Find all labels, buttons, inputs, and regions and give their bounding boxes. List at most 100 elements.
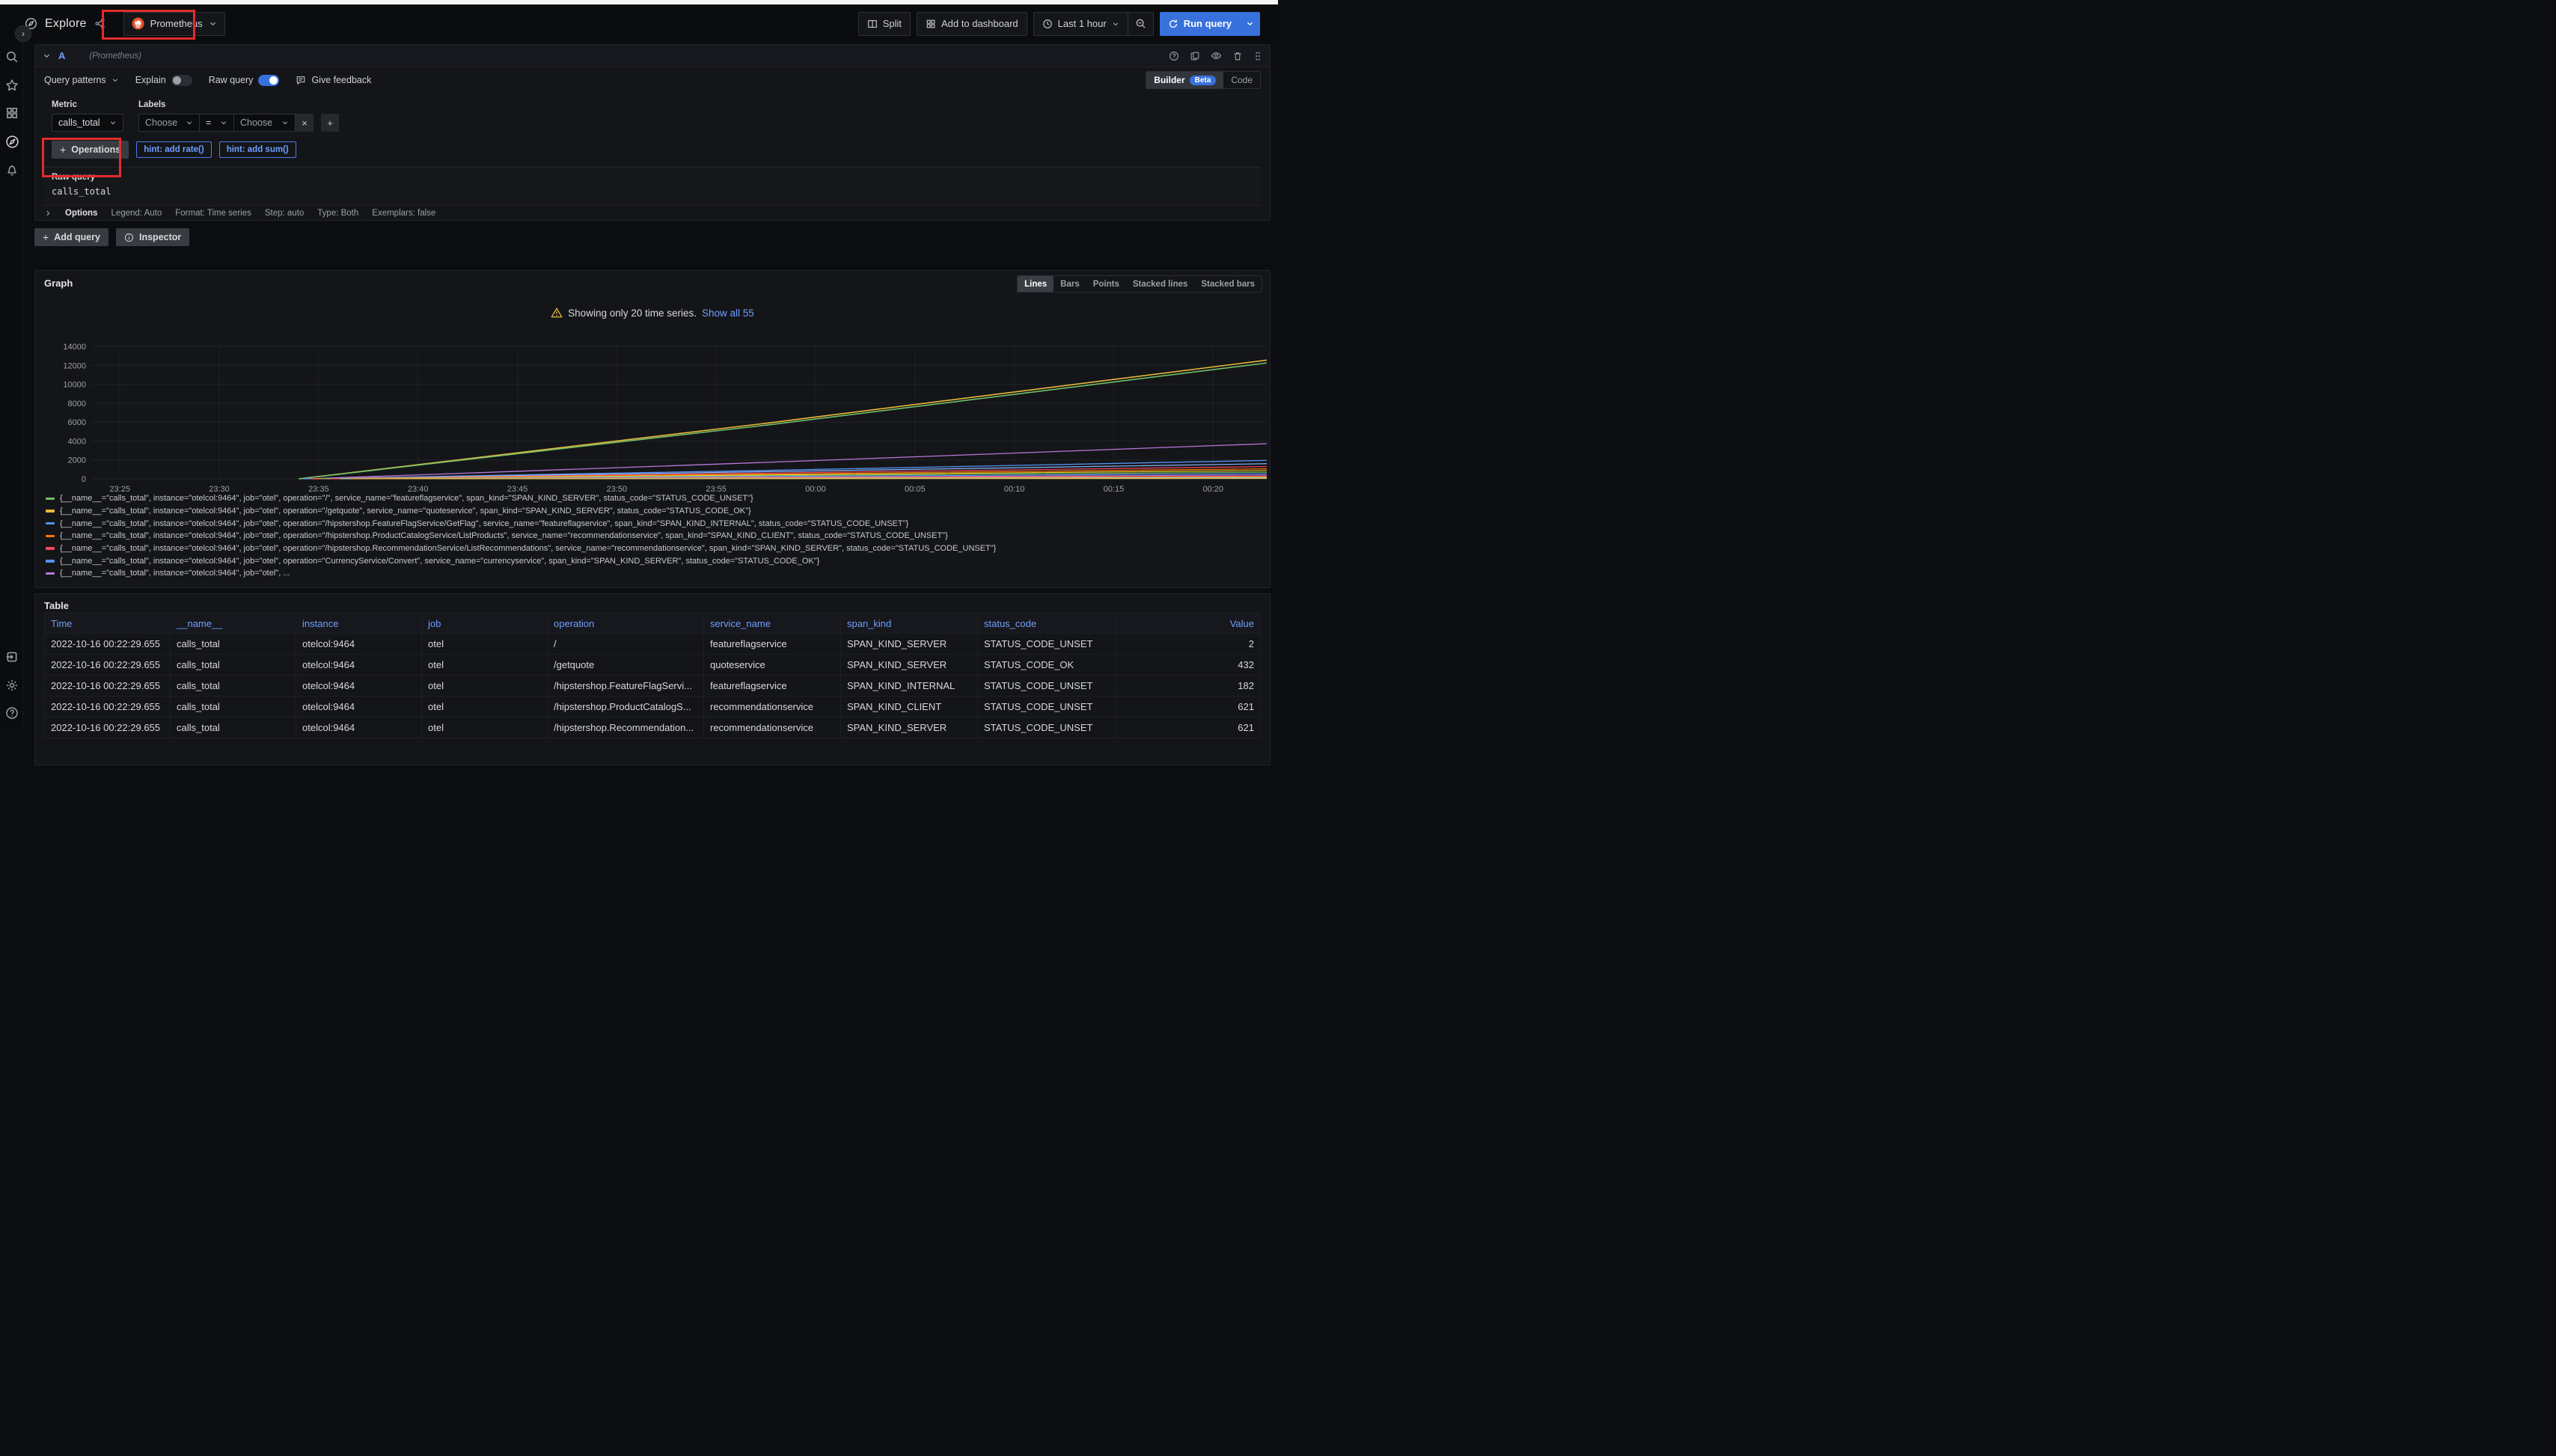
legend-label: {__name__="calls_total", instance="otelc… <box>60 494 753 503</box>
legend-swatch <box>46 498 55 501</box>
graph-mode-lines[interactable]: Lines <box>1018 276 1054 292</box>
table-cell: recommendationservice <box>704 697 841 718</box>
search-icon[interactable] <box>3 48 21 66</box>
table-column-header-operation[interactable]: operation <box>548 613 704 634</box>
table-cell: otelcol:9464 <box>296 655 422 676</box>
share-icon[interactable] <box>94 18 106 29</box>
table-column-header-servicename[interactable]: service_name <box>704 613 841 634</box>
table-column-header-value[interactable]: Value <box>1116 613 1261 634</box>
add-to-dashboard-label: Add to dashboard <box>941 18 1018 29</box>
table-column-header-name[interactable]: __name__ <box>171 613 296 634</box>
legend-item[interactable]: {__name__="calls_total", instance="otelc… <box>46 554 1264 567</box>
graph-mode-bars[interactable]: Bars <box>1054 276 1086 292</box>
beta-badge: Beta <box>1190 76 1217 85</box>
drag-handle-icon[interactable] <box>1253 51 1262 61</box>
legend-item[interactable]: {__name__="calls_total", instance="otelc… <box>46 567 1264 580</box>
table-column-header-instance[interactable]: instance <box>296 613 422 634</box>
metric-select[interactable]: calls_total <box>52 114 123 132</box>
add-label-filter-button[interactable]: + <box>321 114 339 132</box>
zoom-out-time-button[interactable] <box>1128 12 1154 36</box>
operations-button[interactable]: + Operations <box>52 141 129 159</box>
code-mode-tab[interactable]: Code <box>1223 72 1260 88</box>
table-cell: 2022-10-16 00:22:29.655 <box>44 697 171 718</box>
add-query-label: Add query <box>54 232 100 242</box>
legend-item[interactable]: {__name__="calls_total", instance="otelc… <box>46 517 1264 530</box>
metric-value: calls_total <box>58 117 100 128</box>
builder-label: Builder <box>1154 75 1184 85</box>
chevron-right-icon[interactable] <box>44 209 52 217</box>
table-cell: calls_total <box>171 697 296 718</box>
label-value-select[interactable]: Choose <box>234 114 296 132</box>
table-cell: 2022-10-16 00:22:29.655 <box>44 634 171 655</box>
table-cell: calls_total <box>171 634 296 655</box>
table-column-header-job[interactable]: job <box>422 613 548 634</box>
legend-item[interactable]: {__name__="calls_total", instance="otelc… <box>46 492 1264 505</box>
table-cell: featureflagservice <box>704 634 841 655</box>
options-type: Type: Both <box>317 209 358 218</box>
explore-nav-icon[interactable] <box>3 132 21 150</box>
query-help-icon[interactable] <box>1169 51 1179 61</box>
remove-label-filter-button[interactable]: × <box>296 114 314 132</box>
raw-query-toggle[interactable] <box>258 75 279 86</box>
table-row: 2022-10-16 00:22:29.655calls_totalotelco… <box>44 676 1261 697</box>
duplicate-query-icon[interactable] <box>1190 51 1200 61</box>
chevron-down-icon <box>281 119 289 126</box>
graph-mode-stacked-bars[interactable]: Stacked bars <box>1194 276 1262 292</box>
add-query-button[interactable]: + Add query <box>34 228 108 246</box>
time-range-picker[interactable]: Last 1 hour <box>1033 12 1128 36</box>
datasource-picker[interactable]: Prometheus <box>123 12 225 36</box>
query-patterns-dropdown[interactable]: Query patterns <box>44 75 119 85</box>
graph-mode-points[interactable]: Points <box>1086 276 1126 292</box>
explain-toggle[interactable] <box>171 75 192 86</box>
legend-item[interactable]: {__name__="calls_total", instance="otelc… <box>46 542 1264 555</box>
hint-add-sum-button[interactable]: hint: add sum() <box>219 141 296 158</box>
graph-panel-title: Graph <box>44 278 73 289</box>
table-column-header-spankind[interactable]: span_kind <box>841 613 978 634</box>
hint-add-rate-button[interactable]: hint: add rate() <box>136 141 212 158</box>
alerting-bell-icon[interactable] <box>3 161 21 179</box>
split-button[interactable]: Split <box>858 12 911 36</box>
table-cell: 621 <box>1116 718 1261 738</box>
sign-in-icon[interactable] <box>3 648 21 666</box>
graph-mode-stacked-lines[interactable]: Stacked lines <box>1126 276 1195 292</box>
table-cell: calls_total <box>171 676 296 697</box>
editor-mode-switch: Builder Beta Code <box>1146 71 1261 89</box>
labels-label: Labels <box>138 100 339 109</box>
svg-text:14000: 14000 <box>63 343 86 352</box>
legend-swatch <box>46 560 55 563</box>
settings-gear-icon[interactable] <box>3 676 21 694</box>
table-column-header-time[interactable]: Time <box>44 613 171 634</box>
legend-item[interactable]: {__name__="calls_total", instance="otelc… <box>46 505 1264 518</box>
table-cell: 2022-10-16 00:22:29.655 <box>44 718 171 738</box>
label-operator-select[interactable]: = <box>200 114 234 132</box>
dashboards-icon[interactable] <box>3 104 21 122</box>
collapse-chevron-icon[interactable] <box>43 52 51 60</box>
timeseries-chart[interactable]: 0200040006000800010000120001400023:2523:… <box>35 335 1271 496</box>
table-cell: quoteservice <box>704 655 841 676</box>
hide-response-eye-icon[interactable] <box>1211 50 1222 61</box>
table-cell: otelcol:9464 <box>296 718 422 738</box>
run-query-dropdown[interactable] <box>1240 12 1260 36</box>
raw-query-toggle-group: Raw query <box>209 75 280 86</box>
options-row[interactable]: Options Legend: Auto Format: Time series… <box>44 208 1261 218</box>
table-cell: otel <box>422 655 548 676</box>
help-icon[interactable] <box>3 704 21 722</box>
add-to-dashboard-button[interactable]: Add to dashboard <box>917 12 1027 36</box>
table-cell: / <box>548 634 704 655</box>
give-feedback-link[interactable]: Give feedback <box>296 75 371 85</box>
run-query-button[interactable]: Run query <box>1160 12 1240 36</box>
starred-icon[interactable] <box>3 76 21 94</box>
svg-text:6000: 6000 <box>68 418 86 427</box>
query-row-header[interactable]: A (Prometheus) <box>35 45 1270 67</box>
builder-mode-tab[interactable]: Builder Beta <box>1146 72 1223 88</box>
remove-query-trash-icon[interactable] <box>1232 51 1243 61</box>
add-label-symbol: + <box>327 117 333 129</box>
legend-item[interactable]: {__name__="calls_total", instance="otelc… <box>46 530 1264 542</box>
label-key-select[interactable]: Choose <box>138 114 200 132</box>
table-cell: SPAN_KIND_SERVER <box>841 634 978 655</box>
show-all-series-link[interactable]: Show all 55 <box>702 308 754 319</box>
sidebar-expand-button[interactable]: › <box>15 25 31 42</box>
table-column-header-statuscode[interactable]: status_code <box>978 613 1116 634</box>
inspector-button[interactable]: Inspector <box>116 228 189 246</box>
table-cell: 2022-10-16 00:22:29.655 <box>44 655 171 676</box>
